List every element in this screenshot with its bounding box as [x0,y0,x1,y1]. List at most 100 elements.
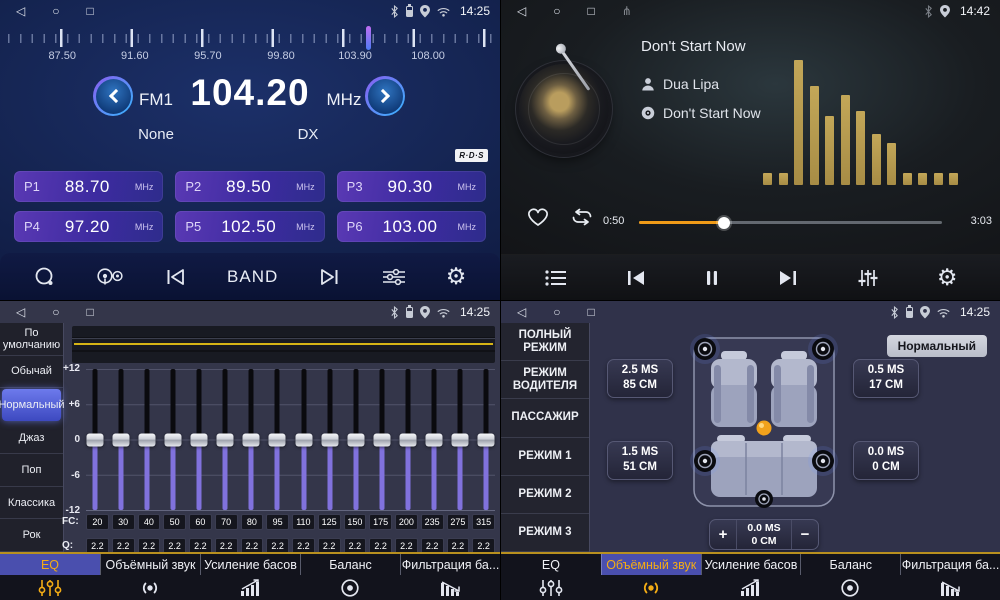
next-station-icon[interactable] [317,268,341,286]
slider-handle[interactable] [138,433,155,446]
radio-preset-button[interactable]: P4 97.20 MHz [14,211,163,242]
tune-down-button[interactable] [93,76,133,116]
slider-handle[interactable] [478,433,495,446]
fc-value[interactable]: 40 [138,514,161,530]
back-icon[interactable]: ◁ [517,301,526,323]
rear-right-delay-button[interactable]: 0.0 MS 0 CM [853,441,919,480]
previous-station-icon[interactable] [164,268,188,286]
tab-bass-boost[interactable]: Усиление басов [200,554,300,600]
home-icon[interactable]: ○ [553,0,560,22]
fc-value[interactable]: 315 [472,514,495,530]
eq-band-slider[interactable] [269,369,286,510]
eq-preset-item[interactable]: По умолчанию [0,323,63,356]
tab-eq[interactable]: EQ [0,554,100,600]
listening-mode-item[interactable]: ПОЛНЫЙ РЕЖИМ [501,323,589,361]
slider-handle[interactable] [295,433,312,446]
home-icon[interactable]: ○ [52,301,59,323]
eq-band-slider[interactable] [112,369,129,510]
tab-balance[interactable]: Баланс [800,554,900,600]
slider-handle[interactable] [452,433,469,446]
eq-band-slider[interactable] [217,369,234,510]
broadcast-icon[interactable] [95,267,125,287]
eq-band-slider[interactable] [164,369,181,510]
pause-icon[interactable] [704,270,720,286]
eq-band-slider[interactable] [295,369,312,510]
progress-bar[interactable] [639,221,942,224]
fc-value[interactable]: 110 [292,514,315,530]
tab-bass-boost[interactable]: Усиление басов [701,554,801,600]
decrease-delay-button[interactable]: − [792,520,818,549]
recents-icon[interactable]: □ [587,301,594,323]
fc-value[interactable]: 235 [421,514,444,530]
radio-preset-button[interactable]: P5 102.50 MHz [175,211,324,242]
settings-gear-icon[interactable]: ⚙ [937,266,958,289]
eq-band-slider[interactable] [478,369,495,510]
radio-preset-button[interactable]: P2 89.50 MHz [175,171,324,202]
frequency-ruler[interactable] [8,27,492,50]
slider-handle[interactable] [243,433,260,446]
fc-value[interactable]: 30 [112,514,135,530]
front-left-delay-button[interactable]: 2.5 MS 85 CM [607,359,673,398]
increase-delay-button[interactable]: + [710,520,736,549]
fc-value[interactable]: 60 [189,514,212,530]
slider-handle[interactable] [164,433,181,446]
eq-band-slider[interactable] [373,369,390,510]
tab-crossover[interactable]: Фильтрация ба... [400,554,500,600]
listening-mode-item[interactable]: РЕЖИМ ВОДИТЕЛЯ [501,361,589,399]
listening-mode-item[interactable]: РЕЖИМ 1 [501,438,589,476]
fc-value[interactable]: 95 [266,514,289,530]
slider-handle[interactable] [347,433,364,446]
front-right-delay-button[interactable]: 0.5 MS 17 CM [853,359,919,398]
slider-handle[interactable] [112,433,129,446]
settings-gear-icon[interactable]: ⚙ [446,265,467,288]
eq-preset-item[interactable]: Рок [0,519,63,552]
fc-value[interactable]: 175 [369,514,392,530]
radio-preset-button[interactable]: P3 90.30 MHz [337,171,486,202]
back-icon[interactable]: ◁ [16,301,25,323]
eq-band-slider[interactable] [321,369,338,510]
radio-preset-button[interactable]: P1 88.70 MHz [14,171,163,202]
listening-mode-item[interactable]: ПАССАЖИР [501,399,589,437]
eq-band-slider[interactable] [86,369,103,510]
slider-handle[interactable] [321,433,338,446]
tab-surround[interactable]: Объёмный звук [601,554,701,600]
profile-button[interactable]: Нормальный [887,335,987,357]
tuning-marker[interactable] [366,26,371,50]
recents-icon[interactable]: □ [86,0,93,22]
fc-value[interactable]: 50 [163,514,186,530]
tune-up-button[interactable] [365,76,405,116]
home-icon[interactable]: ○ [52,0,59,22]
slider-handle[interactable] [269,433,286,446]
back-icon[interactable]: ◁ [16,0,25,22]
progress-knob[interactable] [718,217,730,229]
eq-band-slider[interactable] [347,369,364,510]
recents-icon[interactable]: □ [587,0,594,22]
recents-icon[interactable]: □ [86,301,93,323]
tab-crossover[interactable]: Фильтрация ба... [900,554,1000,600]
band-button[interactable]: BAND [227,267,278,287]
previous-track-icon[interactable] [625,270,647,286]
fc-value[interactable]: 150 [344,514,367,530]
fc-value[interactable]: 20 [86,514,109,530]
tab-balance[interactable]: Баланс [300,554,400,600]
back-icon[interactable]: ◁ [517,0,526,22]
fc-value[interactable]: 200 [395,514,418,530]
fc-value[interactable]: 80 [241,514,264,530]
fc-value[interactable]: 125 [318,514,341,530]
repeat-icon[interactable] [569,208,595,226]
slider-handle[interactable] [373,433,390,446]
eq-band-slider[interactable] [400,369,417,510]
rear-left-delay-button[interactable]: 1.5 MS 51 CM [607,441,673,480]
slider-handle[interactable] [191,433,208,446]
playlist-icon[interactable] [544,269,568,287]
eq-band-slider[interactable] [191,369,208,510]
eq-band-slider[interactable] [243,369,260,510]
eq-band-slider[interactable] [452,369,469,510]
sliders-icon[interactable] [381,267,407,287]
slider-handle[interactable] [426,433,443,446]
favorite-heart-icon[interactable] [525,206,551,228]
radio-preset-button[interactable]: P6 103.00 MHz [337,211,486,242]
listening-mode-item[interactable]: РЕЖИМ 2 [501,476,589,514]
eq-band-slider[interactable] [138,369,155,510]
listening-mode-item[interactable]: РЕЖИМ 3 [501,514,589,552]
